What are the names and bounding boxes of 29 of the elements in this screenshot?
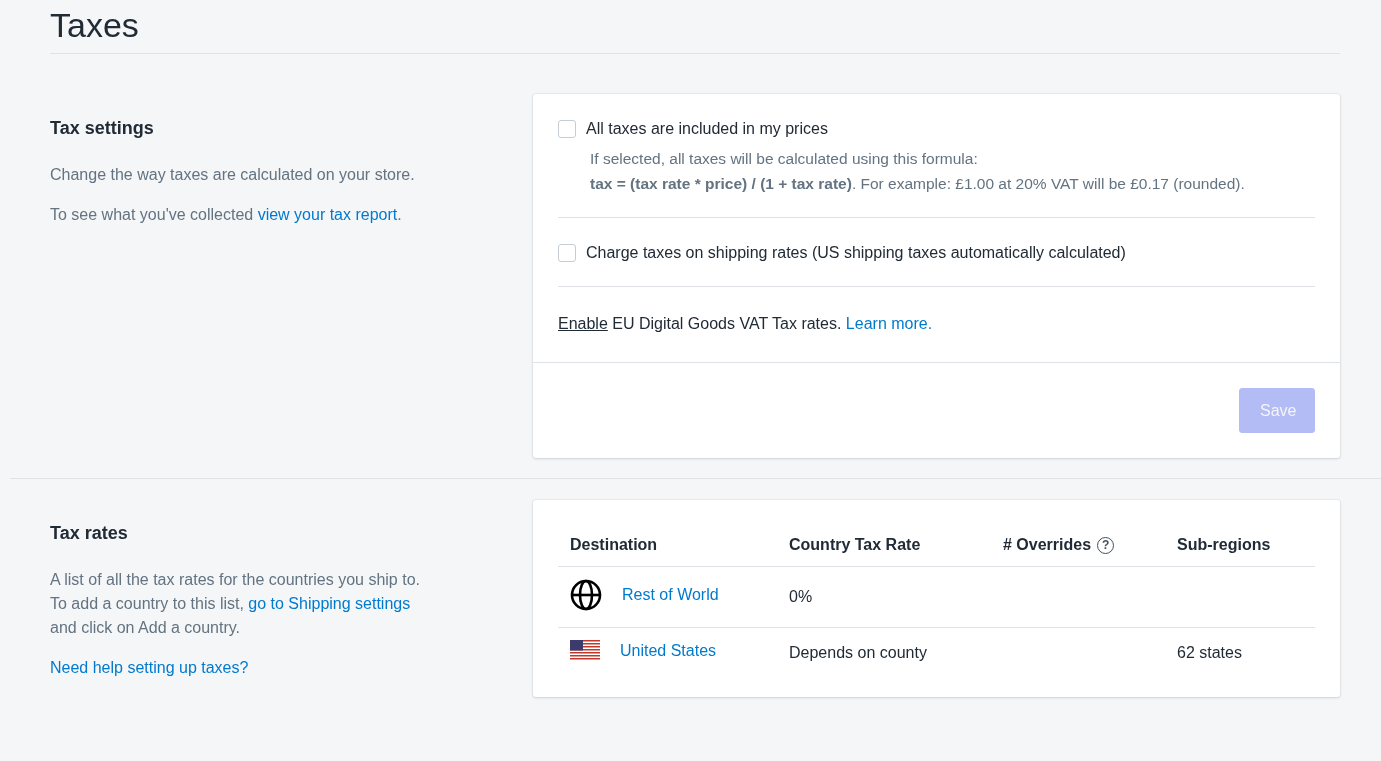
- link[interactable]: view your tax report: [257, 206, 398, 223]
- column-header: Destination: [570, 536, 658, 554]
- description-text: A list of all the tax rates for the countries you ship to. To add a country to this list, go to Shipping settings and click on Add a country.: [50, 570, 421, 638]
- description-text: Change the way taxes are calculated on your store.: [50, 165, 416, 185]
- enable-link[interactable]: Enable: [558, 315, 608, 332]
- section-heading: Tax rates: [50, 523, 129, 544]
- destination-link[interactable]: Rest of World: [622, 586, 719, 604]
- table-cell: Depends on county: [777, 627, 991, 677]
- help-text: If selected, all taxes will be calculated using this formula:: [590, 149, 979, 169]
- table-cell: 0%: [777, 566, 991, 628]
- learn-more-link[interactable]: Learn more.: [845, 315, 933, 332]
- description-text: To see what you've collected view your tax report.: [50, 205, 403, 225]
- section-heading: Tax settings: [50, 118, 155, 139]
- destination-link[interactable]: United States: [620, 641, 717, 660]
- help-link[interactable]: Need help setting up taxes?: [50, 656, 435, 680]
- flag-icon: [570, 640, 600, 661]
- page-title: Taxes: [50, 5, 140, 46]
- table-cell: 62 states: [1177, 643, 1242, 661]
- column-header: Sub-regions: [1177, 536, 1271, 554]
- column-header: Country Tax Rate: [789, 536, 921, 554]
- checkbox-label[interactable]: All taxes are included in my prices: [586, 120, 828, 138]
- link[interactable]: go to Shipping settings: [248, 595, 411, 612]
- column-header: # Overrides: [1003, 536, 1092, 554]
- eu-vat-note: Enable EU Digital Goods VAT Tax rates. Learn more.: [558, 314, 934, 334]
- help-text: tax = (tax rate * price) / (1 + tax rate). For example: £1.00 at 20% VAT will be £0.17 (rounded).: [590, 174, 1246, 194]
- checkbox-label[interactable]: Charge taxes on shipping rates (US shipping taxes automatically calculated): [586, 244, 1126, 262]
- checkbox[interactable]: [558, 244, 576, 262]
- checkbox[interactable]: [558, 120, 576, 138]
- globe-icon: [570, 579, 602, 611]
